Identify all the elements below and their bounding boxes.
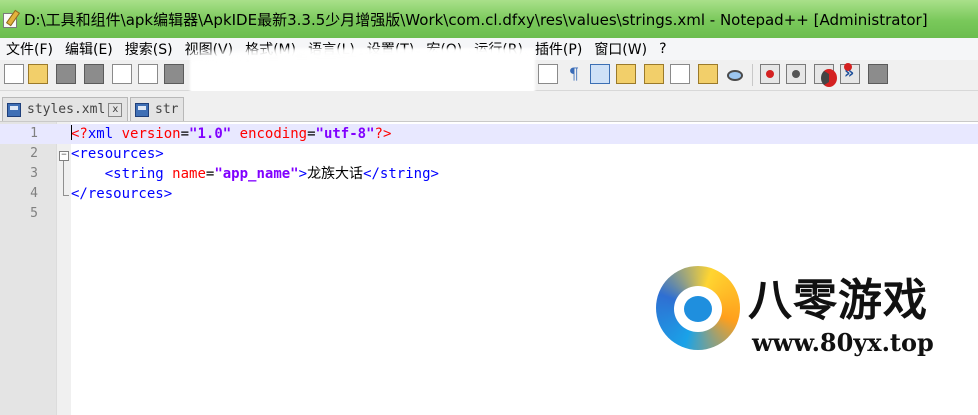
run-macro-multiple-icon[interactable]	[840, 63, 860, 84]
save-all-icon[interactable]	[84, 64, 104, 84]
function-list-icon[interactable]	[644, 64, 664, 84]
tab-styles-xml[interactable]: styles.xml x	[2, 97, 128, 121]
menu-window[interactable]: 窗口(W)	[588, 39, 653, 59]
save-macro-icon[interactable]	[868, 64, 888, 84]
code-line[interactable]: 2 <resources>	[0, 144, 978, 164]
indent-guide-icon[interactable]	[590, 64, 610, 84]
tab-label: str	[155, 102, 179, 117]
code-text: </resources>	[71, 186, 173, 202]
code-line[interactable]: 4 </resources>	[0, 184, 978, 204]
code-text: <string name="app_name">龙族大话</string>	[104, 166, 439, 182]
notepad-app-icon[interactable]	[2, 9, 21, 28]
folder-as-workspace-icon[interactable]	[698, 64, 718, 84]
tab-strings-xml[interactable]: str	[130, 97, 184, 121]
code-line[interactable]: 3 <string name="app_name">龙族大话</string>	[0, 164, 978, 184]
close-tab-icon[interactable]: x	[108, 102, 123, 117]
title-bar: D:\工具和组件\apk编辑器\ApkIDE最新3.3.5少月增强版\Work\…	[0, 0, 978, 38]
disk-icon	[7, 102, 21, 117]
play-macro-icon[interactable]	[814, 64, 837, 87]
word-wrap-icon[interactable]	[538, 64, 558, 84]
folder-workspace-icon[interactable]	[670, 64, 690, 84]
line-number: 2	[30, 146, 38, 161]
save-icon[interactable]	[56, 64, 76, 84]
close-all-icon[interactable]	[138, 64, 158, 84]
menu-help[interactable]: ?	[653, 41, 672, 57]
line-number: 5	[30, 206, 38, 221]
code-text: <?xml version="1.0" encoding="utf-8"?>	[71, 126, 392, 142]
watermark: 八零游戏 www.80yx.top	[656, 264, 956, 364]
menu-edit[interactable]: 编辑(E)	[59, 39, 119, 59]
print-icon[interactable]	[164, 64, 184, 84]
code-text: <resources>	[71, 146, 164, 162]
menu-file[interactable]: 文件(F)	[0, 39, 59, 59]
code-line[interactable]: 1 <?xml version="1.0" encoding="utf-8"?>	[0, 124, 978, 144]
watermark-logo-icon	[656, 266, 740, 350]
doc-map-icon[interactable]	[616, 64, 636, 84]
record-macro-icon[interactable]	[760, 64, 780, 84]
line-number: 4	[30, 186, 38, 201]
line-number: 1	[30, 126, 38, 141]
open-file-icon[interactable]	[28, 64, 48, 84]
fold-toggle-icon[interactable]: −	[59, 151, 69, 161]
watermark-title: 八零游戏	[748, 275, 928, 326]
watermark-url: www.80yx.top	[752, 328, 934, 357]
toolbar-separator	[752, 64, 753, 86]
monitor-icon[interactable]	[724, 64, 744, 84]
code-line[interactable]: 5	[0, 204, 978, 224]
menu-plugins[interactable]: 插件(P)	[529, 39, 588, 59]
new-file-icon[interactable]	[4, 64, 24, 84]
text-caret	[71, 125, 72, 140]
line-number: 3	[30, 166, 38, 181]
disk-icon	[135, 102, 149, 117]
stop-macro-icon[interactable]	[786, 64, 806, 84]
window-title: D:\工具和组件\apk编辑器\ApkIDE最新3.3.5少月增强版\Work\…	[24, 10, 928, 29]
show-all-chars-icon[interactable]: ¶	[564, 64, 584, 84]
tab-bar: styles.xml x str	[0, 91, 978, 122]
close-icon[interactable]	[112, 64, 132, 84]
menu-search[interactable]: 搜索(S)	[119, 39, 179, 59]
tab-label: styles.xml	[27, 102, 106, 117]
